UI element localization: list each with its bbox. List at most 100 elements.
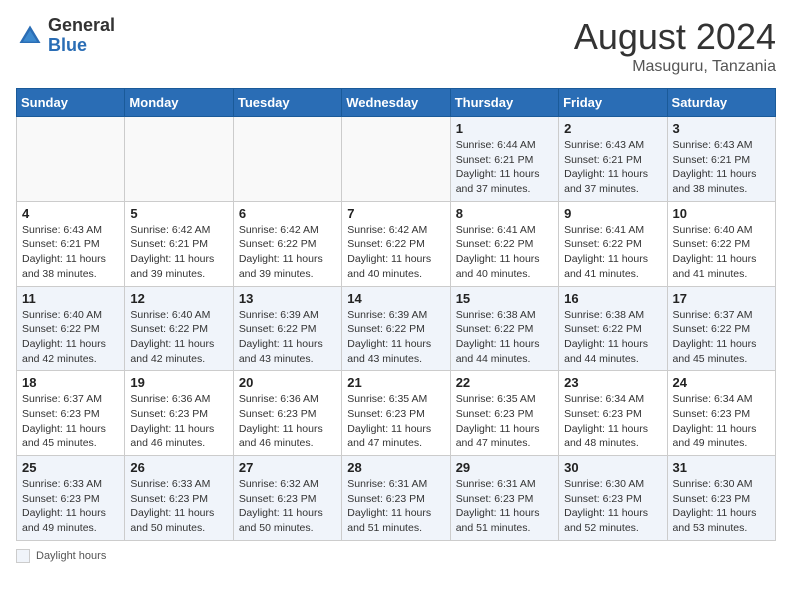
day-number: 14	[347, 291, 444, 306]
day-info: Sunrise: 6:42 AMSunset: 6:21 PMDaylight:…	[130, 223, 227, 282]
day-number: 8	[456, 206, 553, 221]
calendar-cell: 16Sunrise: 6:38 AMSunset: 6:22 PMDayligh…	[559, 286, 667, 371]
week-row-2: 11 Sunrise: 6:40 AMSunset: 6:22 PMDayligh…	[17, 286, 776, 371]
calendar-cell	[342, 117, 450, 202]
logo-general-text: General	[48, 15, 115, 35]
day-info: Sunrise: 6:40 AMSunset: 6:22 PMDaylight:…	[22, 308, 119, 367]
calendar-cell: 25 Sunrise: 6:33 AMSunset: 6:23 PMDayligh…	[17, 456, 125, 541]
weekday-thursday: Thursday	[450, 89, 558, 117]
calendar-cell: 9Sunrise: 6:41 AMSunset: 6:22 PMDaylight…	[559, 201, 667, 286]
calendar-cell: 29Sunrise: 6:31 AMSunset: 6:23 PMDayligh…	[450, 456, 558, 541]
logo: General Blue	[16, 16, 115, 56]
day-number: 11	[22, 291, 119, 306]
day-info: Sunrise: 6:36 AMSunset: 6:23 PMDaylight:…	[130, 392, 227, 451]
calendar-cell: 18 Sunrise: 6:37 AMSunset: 6:23 PMDayligh…	[17, 371, 125, 456]
day-info: Sunrise: 6:39 AMSunset: 6:22 PMDaylight:…	[239, 308, 336, 367]
day-number: 25	[22, 460, 119, 475]
day-info: Sunrise: 6:41 AMSunset: 6:22 PMDaylight:…	[564, 223, 661, 282]
day-number: 27	[239, 460, 336, 475]
calendar-title: August 2024	[574, 16, 776, 58]
day-number: 7	[347, 206, 444, 221]
day-number: 1	[456, 121, 553, 136]
day-number: 21	[347, 375, 444, 390]
week-row-3: 18 Sunrise: 6:37 AMSunset: 6:23 PMDayligh…	[17, 371, 776, 456]
day-info: Sunrise: 6:36 AMSunset: 6:23 PMDaylight:…	[239, 392, 336, 451]
calendar-cell: 13 Sunrise: 6:39 AMSunset: 6:22 PMDayligh…	[233, 286, 341, 371]
day-number: 4	[22, 206, 119, 221]
day-info: Sunrise: 6:43 AMSunset: 6:21 PMDaylight:…	[22, 223, 119, 282]
calendar-cell: 23 Sunrise: 6:34 AMSunset: 6:23 PMDayligh…	[559, 371, 667, 456]
day-number: 23	[564, 375, 661, 390]
day-info: Sunrise: 6:30 AMSunset: 6:23 PMDaylight:…	[673, 477, 770, 536]
calendar-table: SundayMondayTuesdayWednesdayThursdayFrid…	[16, 88, 776, 541]
calendar-cell: 24Sunrise: 6:34 AMSunset: 6:23 PMDayligh…	[667, 371, 775, 456]
calendar-location: Masuguru, Tanzania	[574, 58, 776, 76]
logo-icon	[16, 22, 44, 50]
day-number: 6	[239, 206, 336, 221]
day-info: Sunrise: 6:34 AMSunset: 6:23 PMDaylight:…	[564, 392, 661, 451]
calendar-cell: 26 Sunrise: 6:33 AMSunset: 6:23 PMDayligh…	[125, 456, 233, 541]
legend: Daylight hours	[16, 549, 776, 563]
weekday-sunday: Sunday	[17, 89, 125, 117]
day-info: Sunrise: 6:38 AMSunset: 6:22 PMDaylight:…	[456, 308, 553, 367]
calendar-cell: 15 Sunrise: 6:38 AMSunset: 6:22 PMDayligh…	[450, 286, 558, 371]
calendar-cell	[125, 117, 233, 202]
title-block: August 2024 Masuguru, Tanzania	[574, 16, 776, 76]
weekday-header-row: SundayMondayTuesdayWednesdayThursdayFrid…	[17, 89, 776, 117]
day-number: 19	[130, 375, 227, 390]
day-number: 29	[456, 460, 553, 475]
calendar-cell: 1 Sunrise: 6:44 AMSunset: 6:21 PMDaylight…	[450, 117, 558, 202]
day-number: 31	[673, 460, 770, 475]
calendar-cell: 12Sunrise: 6:40 AMSunset: 6:22 PMDayligh…	[125, 286, 233, 371]
calendar-cell: 14Sunrise: 6:39 AMSunset: 6:22 PMDayligh…	[342, 286, 450, 371]
calendar-cell: 3Sunrise: 6:43 AMSunset: 6:21 PMDaylight…	[667, 117, 775, 202]
calendar-cell: 21 Sunrise: 6:35 AMSunset: 6:23 PMDayligh…	[342, 371, 450, 456]
calendar-cell: 28 Sunrise: 6:31 AMSunset: 6:23 PMDayligh…	[342, 456, 450, 541]
calendar-cell: 22Sunrise: 6:35 AMSunset: 6:23 PMDayligh…	[450, 371, 558, 456]
calendar-cell: 7 Sunrise: 6:42 AMSunset: 6:22 PMDaylight…	[342, 201, 450, 286]
day-info: Sunrise: 6:33 AMSunset: 6:23 PMDaylight:…	[130, 477, 227, 536]
day-number: 15	[456, 291, 553, 306]
calendar-cell: 2Sunrise: 6:43 AMSunset: 6:21 PMDaylight…	[559, 117, 667, 202]
weekday-wednesday: Wednesday	[342, 89, 450, 117]
day-info: Sunrise: 6:38 AMSunset: 6:22 PMDaylight:…	[564, 308, 661, 367]
day-number: 28	[347, 460, 444, 475]
calendar-cell: 19 Sunrise: 6:36 AMSunset: 6:23 PMDayligh…	[125, 371, 233, 456]
day-info: Sunrise: 6:43 AMSunset: 6:21 PMDaylight:…	[673, 138, 770, 197]
day-info: Sunrise: 6:37 AMSunset: 6:23 PMDaylight:…	[22, 392, 119, 451]
legend-box	[16, 549, 30, 563]
day-info: Sunrise: 6:44 AMSunset: 6:21 PMDaylight:…	[456, 138, 553, 197]
week-row-4: 25 Sunrise: 6:33 AMSunset: 6:23 PMDayligh…	[17, 456, 776, 541]
weekday-tuesday: Tuesday	[233, 89, 341, 117]
week-row-0: 1 Sunrise: 6:44 AMSunset: 6:21 PMDaylight…	[17, 117, 776, 202]
day-info: Sunrise: 6:31 AMSunset: 6:23 PMDaylight:…	[347, 477, 444, 536]
day-number: 22	[456, 375, 553, 390]
day-number: 12	[130, 291, 227, 306]
calendar-cell: 30Sunrise: 6:30 AMSunset: 6:23 PMDayligh…	[559, 456, 667, 541]
legend-label: Daylight hours	[36, 550, 106, 562]
calendar-cell: 17Sunrise: 6:37 AMSunset: 6:22 PMDayligh…	[667, 286, 775, 371]
day-number: 20	[239, 375, 336, 390]
calendar-cell: 6 Sunrise: 6:42 AMSunset: 6:22 PMDaylight…	[233, 201, 341, 286]
calendar-cell: 10Sunrise: 6:40 AMSunset: 6:22 PMDayligh…	[667, 201, 775, 286]
calendar-cell: 8 Sunrise: 6:41 AMSunset: 6:22 PMDaylight…	[450, 201, 558, 286]
day-number: 18	[22, 375, 119, 390]
day-info: Sunrise: 6:41 AMSunset: 6:22 PMDaylight:…	[456, 223, 553, 282]
day-info: Sunrise: 6:42 AMSunset: 6:22 PMDaylight:…	[239, 223, 336, 282]
day-info: Sunrise: 6:32 AMSunset: 6:23 PMDaylight:…	[239, 477, 336, 536]
day-number: 13	[239, 291, 336, 306]
day-info: Sunrise: 6:33 AMSunset: 6:23 PMDaylight:…	[22, 477, 119, 536]
day-number: 26	[130, 460, 227, 475]
calendar-cell	[233, 117, 341, 202]
calendar-cell: 31 Sunrise: 6:30 AMSunset: 6:23 PMDayligh…	[667, 456, 775, 541]
day-info: Sunrise: 6:30 AMSunset: 6:23 PMDaylight:…	[564, 477, 661, 536]
day-number: 10	[673, 206, 770, 221]
calendar-cell: 20 Sunrise: 6:36 AMSunset: 6:23 PMDayligh…	[233, 371, 341, 456]
page-header: General Blue August 2024 Masuguru, Tanza…	[16, 16, 776, 76]
day-info: Sunrise: 6:42 AMSunset: 6:22 PMDaylight:…	[347, 223, 444, 282]
calendar-cell: 4 Sunrise: 6:43 AMSunset: 6:21 PMDaylight…	[17, 201, 125, 286]
calendar-cell	[17, 117, 125, 202]
day-info: Sunrise: 6:35 AMSunset: 6:23 PMDaylight:…	[347, 392, 444, 451]
day-info: Sunrise: 6:34 AMSunset: 6:23 PMDaylight:…	[673, 392, 770, 451]
day-number: 5	[130, 206, 227, 221]
